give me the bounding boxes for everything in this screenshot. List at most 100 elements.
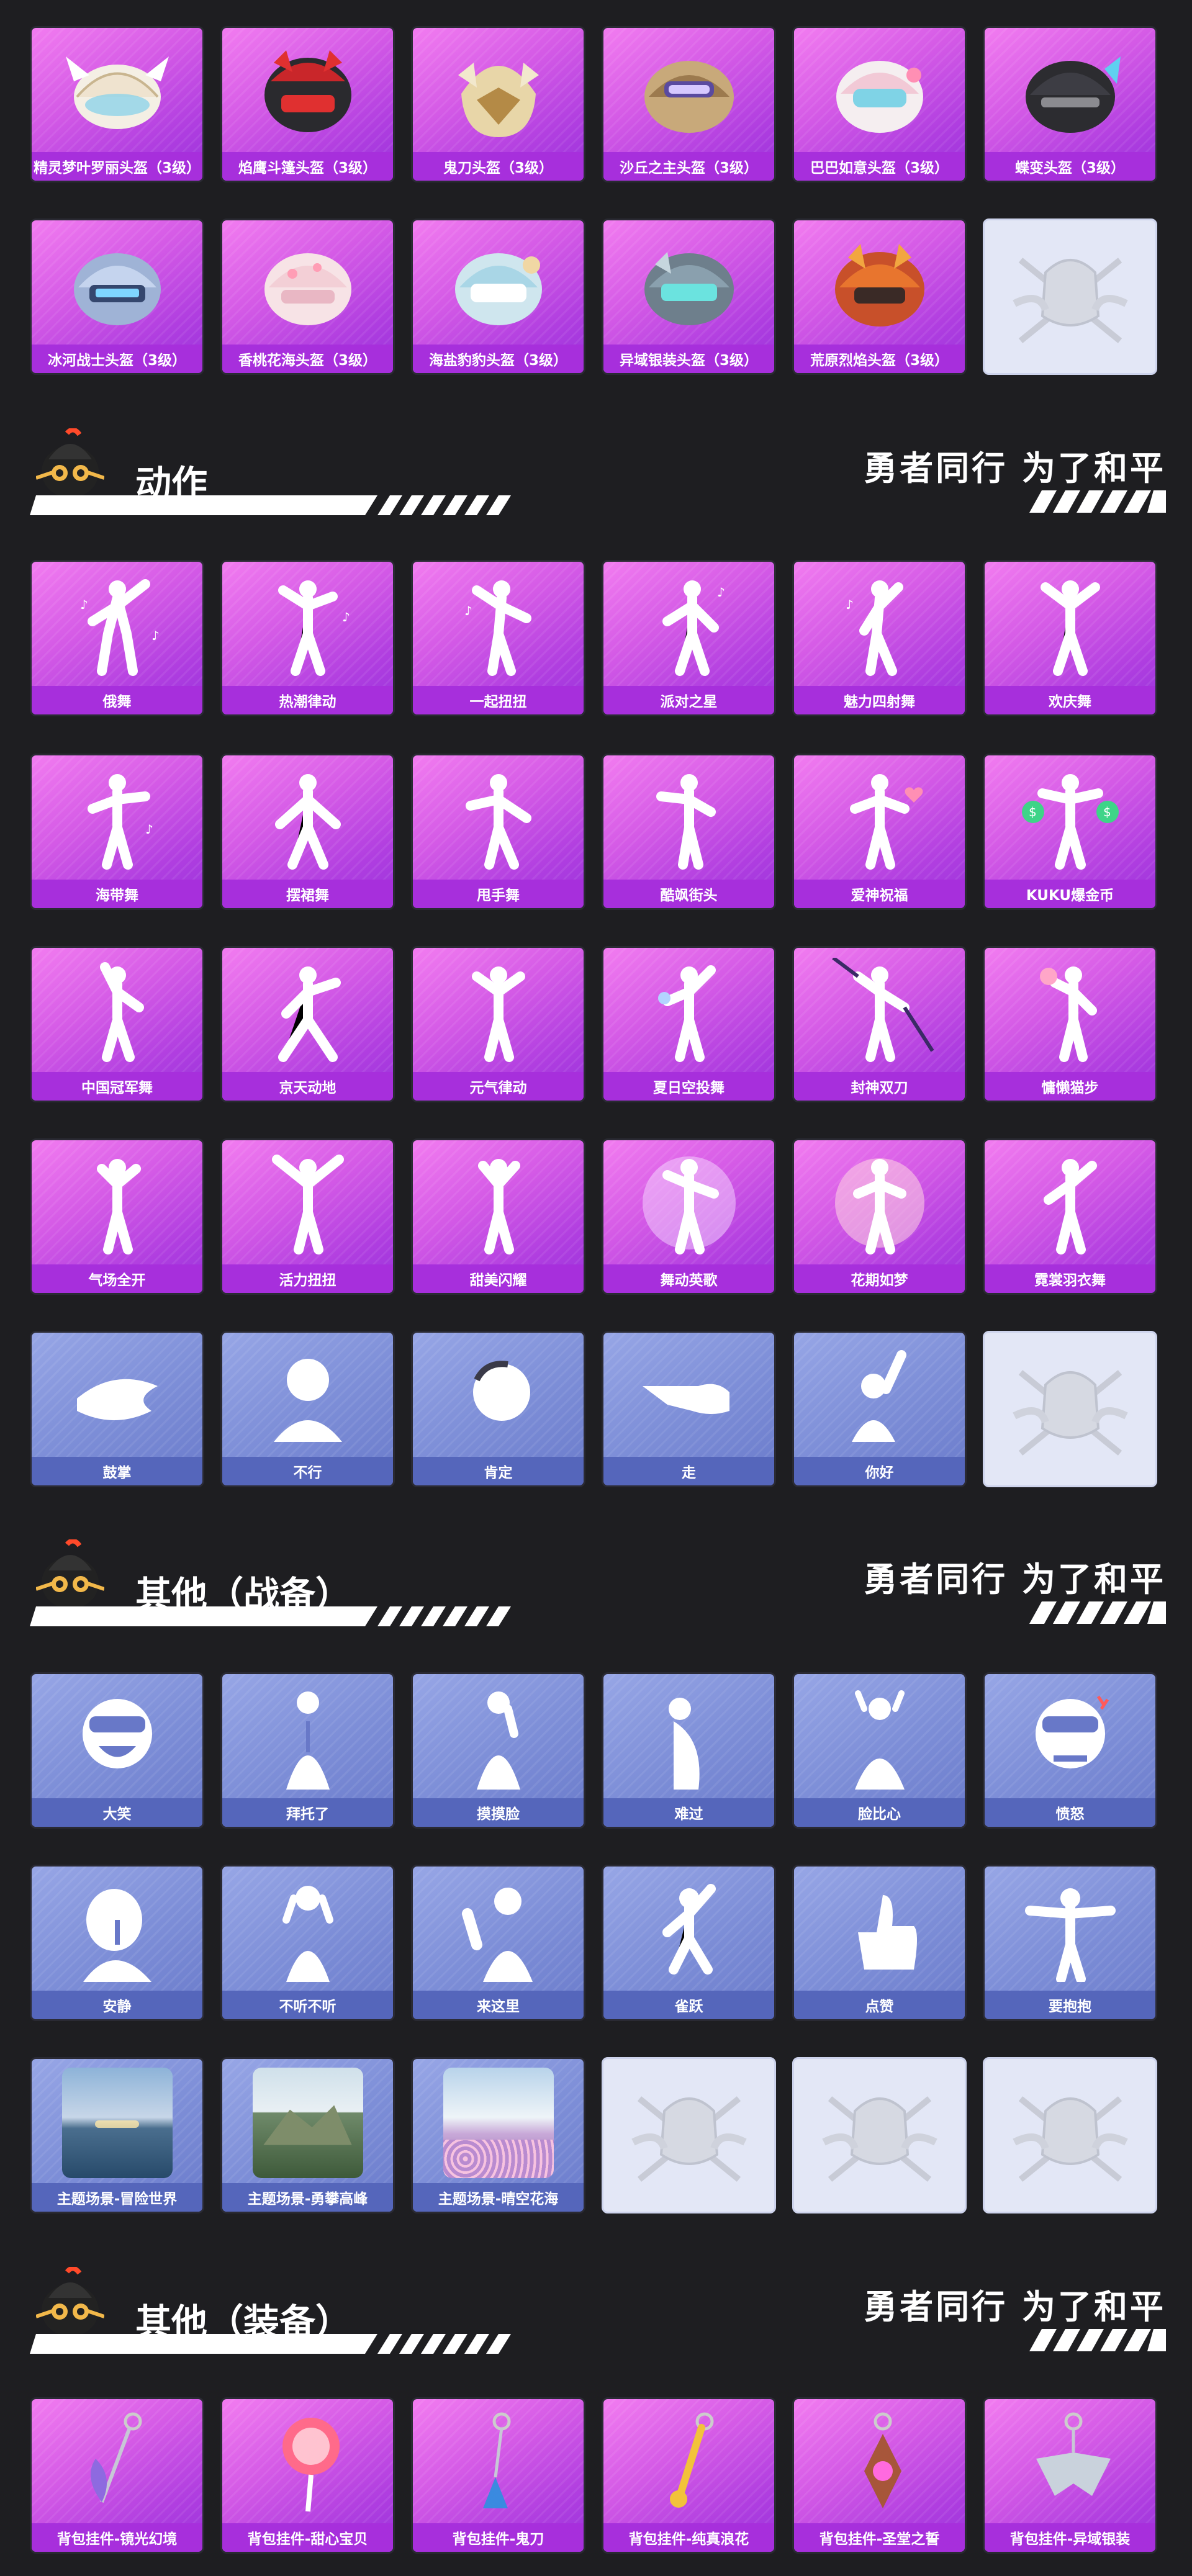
item-card[interactable]: ♪ 热潮律动 — [220, 560, 395, 716]
item-card[interactable]: $ $ KUKU爆金币 — [983, 754, 1157, 910]
item-card[interactable]: 荒原烈焰头盔（3级） — [792, 218, 967, 375]
helmet-icon — [58, 230, 176, 336]
item-label: 甜美闪耀 — [413, 1264, 584, 1293]
item-label: 背包挂件-异域银装 — [985, 2523, 1155, 2552]
item-card[interactable]: 焰鹰斗篷头盔（3级） — [220, 26, 395, 182]
scene-image — [252, 2068, 363, 2178]
dance-figure-icon: ♪ — [249, 572, 367, 677]
item-card[interactable]: 背包挂件-异域银装 — [983, 2397, 1157, 2554]
item-card[interactable]: 精灵梦叶罗丽头盔（3级） — [30, 26, 204, 182]
item-card[interactable]: 不听不听 — [220, 1865, 395, 2021]
item-card[interactable]: 背包挂件-鬼刀 — [411, 2397, 585, 2554]
svg-text:$: $ — [1029, 804, 1037, 819]
item-label: 热潮律动 — [222, 686, 393, 714]
item-card[interactable]: 走 — [602, 1331, 776, 1487]
item-card[interactable]: ♪ 魅力四射舞 — [792, 560, 967, 716]
thumbs-up-icon — [821, 1876, 939, 1982]
item-label: 派对之星 — [603, 686, 774, 714]
item-card[interactable]: ♪ 派对之星 — [602, 560, 776, 716]
item-card[interactable]: 背包挂件-纯真浪花 — [602, 2397, 776, 2554]
zhanbei-row-1: 大笑 拜托了 摸摸脸 难过 脸比心 愤怒 — [30, 1672, 1158, 1829]
helmet-icon — [630, 38, 748, 143]
item-card[interactable]: 脸比心 — [792, 1672, 967, 1829]
wave-hello-icon — [821, 1343, 939, 1448]
item-card[interactable]: ♪ 一起扭扭 — [411, 560, 585, 716]
item-label: 摆裙舞 — [222, 880, 393, 908]
item-card[interactable]: 蝶变头盔（3级） — [983, 26, 1157, 182]
item-card[interactable]: 主题场景-晴空花海 — [411, 2057, 585, 2213]
item-card[interactable]: 巴巴如意头盔（3级） — [792, 26, 967, 182]
item-card[interactable]: 舞动英歌 — [602, 1138, 776, 1295]
item-label: 主题场景-勇攀高峰 — [222, 2183, 393, 2212]
item-card[interactable]: 冰河战士头盔（3级） — [30, 218, 204, 375]
item-card[interactable]: 沙丘之主头盔（3级） — [602, 26, 776, 182]
item-label: 蝶变头盔（3级） — [985, 152, 1155, 181]
zhanbei-row-2: 安静 不听不听 来这里 雀跃 点赞 要抱抱 — [30, 1865, 1158, 2021]
item-label: 愤怒 — [985, 1798, 1155, 1827]
item-label: 大笑 — [32, 1798, 202, 1827]
item-card[interactable]: 甜美闪耀 — [411, 1138, 585, 1295]
item-card[interactable]: 你好 — [792, 1331, 967, 1487]
dance-figure-icon — [821, 956, 939, 1063]
item-card[interactable]: 背包挂件-镜光幻境 — [30, 2397, 204, 2554]
item-card[interactable]: 点赞 — [792, 1865, 967, 2021]
item-card[interactable]: 摆裙舞 — [220, 754, 395, 910]
item-card[interactable]: 京天动地 — [220, 946, 395, 1102]
item-card[interactable]: 难过 — [602, 1672, 776, 1829]
item-label: 主题场景-晴空花海 — [413, 2183, 584, 2212]
item-label: 中国冠军舞 — [32, 1072, 202, 1101]
pendant-icon — [440, 2409, 558, 2515]
mascot-icon — [35, 427, 105, 503]
item-card[interactable]: 背包挂件-圣堂之誓 — [792, 2397, 967, 2554]
svg-text:♪: ♪ — [342, 610, 350, 624]
item-card[interactable]: 封神双刀 — [792, 946, 967, 1102]
svg-text:♪: ♪ — [145, 822, 153, 837]
item-card[interactable]: 夏日空投舞 — [602, 946, 776, 1102]
item-label: 夏日空投舞 — [603, 1072, 774, 1101]
item-card[interactable]: 不行 — [220, 1331, 395, 1487]
item-card[interactable]: 香桃花海头盔（3级） — [220, 218, 395, 375]
item-card[interactable]: 中国冠军舞 — [30, 946, 204, 1102]
item-card[interactable]: 元气律动 — [411, 946, 585, 1102]
dance-figure-icon: ♪ — [440, 572, 558, 677]
item-label: 活力扭扭 — [222, 1264, 393, 1293]
item-card[interactable]: 花期如梦 — [792, 1138, 967, 1295]
item-card[interactable]: 异域银装头盔（3级） — [602, 218, 776, 375]
item-card[interactable]: ♪ 海带舞 — [30, 754, 204, 910]
svg-text:♪: ♪ — [846, 597, 854, 612]
item-card[interactable]: 要抱抱 — [983, 1865, 1157, 2021]
item-card[interactable]: 来这里 — [411, 1865, 585, 2021]
item-card[interactable]: 背包挂件-甜心宝贝 — [220, 2397, 395, 2554]
item-card[interactable]: 主题场景-冒险世界 — [30, 2057, 204, 2213]
item-card[interactable]: 海盐豹豹头盔（3级） — [411, 218, 585, 375]
item-label: 气场全开 — [32, 1264, 202, 1293]
item-card[interactable]: 慵懒猫步 — [983, 946, 1157, 1102]
item-label: 精灵梦叶罗丽头盔（3级） — [32, 152, 202, 181]
item-card[interactable]: 鼓掌 — [30, 1331, 204, 1487]
item-card[interactable]: 气场全开 — [30, 1138, 204, 1295]
item-card[interactable]: 欢庆舞 — [983, 560, 1157, 716]
item-card[interactable]: 大笑 — [30, 1672, 204, 1829]
item-card[interactable]: 摸摸脸 — [411, 1672, 585, 1829]
item-card[interactable]: 雀跃 — [602, 1865, 776, 2021]
item-label: 点赞 — [794, 1991, 965, 2019]
svg-text:♪: ♪ — [717, 585, 725, 600]
item-card[interactable]: 活力扭扭 — [220, 1138, 395, 1295]
item-label: 难过 — [603, 1798, 774, 1827]
dance-figure-icon — [440, 1150, 558, 1256]
item-card[interactable]: 愤怒 — [983, 1672, 1157, 1829]
item-card[interactable]: 拜托了 — [220, 1672, 395, 1829]
item-card[interactable]: 肯定 — [411, 1331, 585, 1487]
item-card[interactable]: 甩手舞 — [411, 754, 585, 910]
item-card[interactable]: 酷飒街头 — [602, 754, 776, 910]
empty-slot — [983, 218, 1157, 375]
item-card[interactable]: 主题场景-勇攀高峰 — [220, 2057, 395, 2213]
item-card[interactable]: 鬼刀头盔（3级） — [411, 26, 585, 182]
section-underline — [30, 1606, 526, 1626]
item-label: 欢庆舞 — [985, 686, 1155, 714]
item-card[interactable]: 霓裳羽衣舞 — [983, 1138, 1157, 1295]
item-card[interactable]: 安静 — [30, 1865, 204, 2021]
item-card[interactable]: 爱神祝福 — [792, 754, 967, 910]
sad-figure-icon — [630, 1684, 748, 1790]
item-card[interactable]: ♪ ♪ 俄舞 — [30, 560, 204, 716]
